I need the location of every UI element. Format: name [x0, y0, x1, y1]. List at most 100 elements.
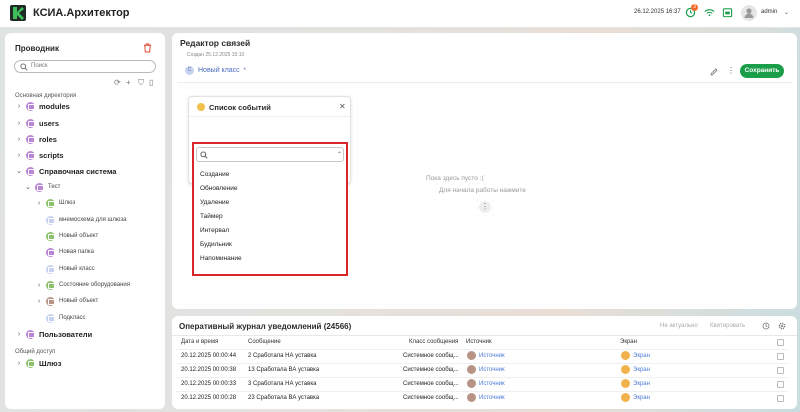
tree-item-test[interactable]: ⌄ Тест	[24, 181, 60, 193]
created-date: Создан 25.12.2025 15:10	[187, 52, 245, 58]
cell-datetime: 20.12.2025 00:00:38	[181, 367, 237, 373]
row-checkbox[interactable]	[777, 367, 784, 374]
event-option[interactable]: Интервал	[200, 227, 229, 234]
folder-icon	[26, 150, 35, 160]
screen-icon	[621, 379, 630, 388]
screen-link[interactable]: Экран	[633, 381, 650, 387]
column-header[interactable]: Источник	[466, 339, 492, 345]
tree-item-shared-gateway[interactable]: › Шлюз	[15, 357, 61, 369]
source-link[interactable]: Источник	[479, 367, 505, 373]
more-vertical-icon[interactable]: ⋮	[479, 201, 491, 213]
source-link[interactable]: Источник	[479, 381, 505, 387]
cell-class: Системное сообщ...	[403, 381, 459, 387]
chevron-right-icon[interactable]: ›	[15, 136, 23, 143]
tree-item-modules[interactable]: › modules	[15, 100, 70, 112]
column-header[interactable]: Дата и время	[181, 339, 218, 345]
chevron-down-icon[interactable]: ⌄	[784, 9, 789, 16]
cell-datetime: 20.12.2025 00:00:33	[181, 381, 237, 387]
search-icon	[200, 151, 208, 159]
wifi-icon[interactable]	[704, 7, 715, 18]
tree-item-users-ru[interactable]: › Пользователи	[15, 328, 92, 340]
screen-icon	[621, 365, 630, 374]
chevron-right-icon[interactable]: ›	[15, 360, 23, 367]
trash-small-icon[interactable]: ▯	[149, 79, 153, 87]
chevron-right-icon[interactable]: ›	[35, 200, 43, 207]
tree-item-new-object[interactable]: Новый объект	[46, 230, 98, 242]
cell-datetime: 20.12.2025 00:00:44	[181, 353, 237, 359]
avatar[interactable]	[741, 5, 757, 21]
source-link[interactable]: Источник	[479, 395, 505, 401]
acknowledge-button[interactable]: Квитировать	[710, 323, 745, 329]
row-checkbox[interactable]	[777, 381, 784, 388]
search-icon	[20, 63, 28, 71]
event-option[interactable]: Таймер	[200, 213, 223, 220]
column-header[interactable]: Сообщение	[248, 339, 281, 345]
folder-icon	[26, 118, 35, 128]
empty-state-hint: Для начала работы нажмите	[439, 187, 526, 194]
cell-message: 2 Сработала НА уставка	[248, 353, 317, 359]
chevron-right-icon[interactable]: ›	[15, 331, 23, 338]
event-option[interactable]: Напоминание	[200, 255, 242, 262]
trash-icon[interactable]	[143, 43, 152, 53]
screen-link[interactable]: Экран	[633, 353, 650, 359]
cell-message: 13 Сработала ВА уставка	[248, 367, 320, 373]
chevron-right-icon[interactable]: ›	[35, 298, 43, 305]
more-vertical-icon[interactable]: ⋮	[727, 66, 735, 75]
row-divider	[176, 363, 788, 364]
row-checkbox[interactable]	[777, 395, 784, 402]
chevron-down-icon[interactable]: ⌄	[15, 167, 23, 175]
row-checkbox[interactable]	[777, 353, 784, 360]
tree-item-reference[interactable]: ⌄ Справочная система	[15, 165, 116, 177]
chevron-right-icon[interactable]: ›	[15, 120, 23, 127]
cell-message: 23 Сработала ВА уставка	[248, 395, 320, 401]
event-option[interactable]: Создание	[200, 171, 229, 178]
tree-item-roles[interactable]: › roles	[15, 133, 57, 145]
tree-item-new-class[interactable]: Новый класс	[46, 263, 95, 275]
tree-item-users[interactable]: › users	[15, 117, 59, 129]
tree-item-mnemo[interactable]: мнемосхема для шлюза	[46, 214, 126, 226]
screen-link[interactable]: Экран	[633, 367, 650, 373]
refresh-icon[interactable]: ⟳	[114, 79, 121, 87]
chevron-right-icon[interactable]: ›	[35, 282, 43, 289]
plus-icon[interactable]: +	[126, 79, 131, 87]
tree-item-scripts[interactable]: › scripts	[15, 149, 64, 161]
event-search-input[interactable]: ⌃	[196, 147, 344, 162]
tree-item-new-folder[interactable]: Новая папка	[46, 246, 94, 258]
pencil-icon[interactable]	[710, 68, 718, 76]
filter-icon[interactable]: ⛉	[138, 79, 144, 87]
chevron-down-icon[interactable]: ⌄	[24, 183, 32, 191]
column-header[interactable]: Класс сообщения	[409, 339, 458, 345]
chevron-right-icon[interactable]: ›	[15, 152, 23, 159]
chevron-up-icon[interactable]: ⌃	[337, 151, 342, 158]
tree-item-subclass[interactable]: Подкласс	[46, 312, 86, 324]
class-tag[interactable]: С Новый класс *	[185, 66, 246, 75]
save-button[interactable]: Сохранить	[740, 64, 784, 78]
tree-item-gateway[interactable]: › Шлюз	[35, 197, 75, 209]
select-all-checkbox[interactable]	[777, 339, 784, 346]
screen-icon	[621, 393, 630, 402]
event-option[interactable]: Будильник	[200, 241, 232, 248]
irrelevant-button[interactable]: Не актуально	[660, 323, 698, 329]
page-title: Редактор связей	[180, 38, 251, 48]
column-header[interactable]: Экран	[620, 339, 637, 345]
calendar-icon[interactable]	[722, 7, 733, 18]
tree-item-equipment-state[interactable]: › Состояние оборудования	[35, 279, 130, 291]
history-icon[interactable]	[762, 322, 770, 330]
user-name[interactable]: admin	[761, 9, 777, 15]
folder-icon	[26, 101, 35, 111]
tree-item-new-object-2[interactable]: › Новый объект	[35, 295, 98, 307]
event-option[interactable]: Удаление	[200, 199, 229, 206]
source-link[interactable]: Источник	[479, 353, 505, 359]
gear-icon[interactable]	[778, 322, 786, 330]
source-icon	[467, 379, 476, 388]
screen-link[interactable]: Экран	[633, 395, 650, 401]
close-icon[interactable]: ✕	[339, 102, 346, 111]
event-option[interactable]: Обновление	[200, 185, 238, 192]
source-icon	[467, 351, 476, 360]
empty-state-text: Пока здесь пусто :(	[426, 175, 484, 182]
events-icon	[197, 103, 205, 111]
search-input[interactable]: Поиск	[14, 60, 156, 73]
chevron-right-icon[interactable]: ›	[15, 103, 23, 110]
app-title: КСИА.Архитектор	[33, 7, 130, 19]
app-logo-icon	[10, 5, 26, 21]
